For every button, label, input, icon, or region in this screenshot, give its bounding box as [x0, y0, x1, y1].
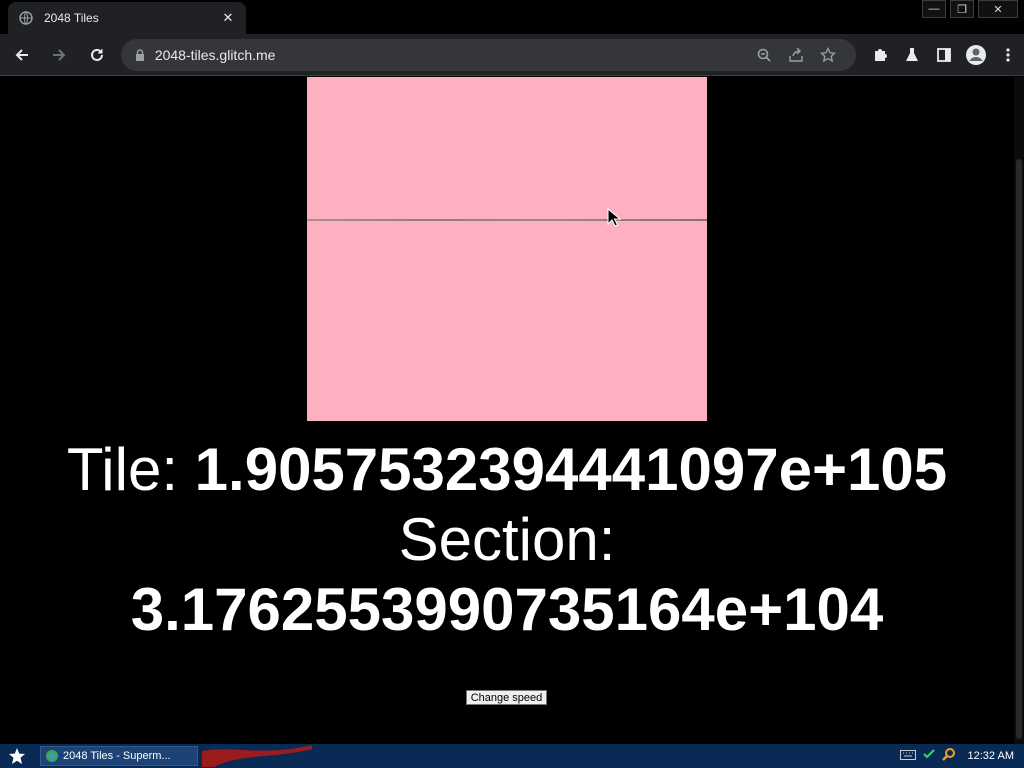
- bookmark-star-icon[interactable]: [812, 41, 844, 69]
- page-scrollbar[interactable]: [1014, 77, 1024, 744]
- share-icon[interactable]: [780, 41, 812, 69]
- extensions-puzzle-icon[interactable]: [864, 39, 896, 71]
- change-speed-button[interactable]: Change speed: [466, 690, 547, 705]
- minimize-icon[interactable]: —: [922, 0, 946, 18]
- tab-strip: 2048 Tiles ✕ — ❐ ✕: [0, 0, 1024, 34]
- mouse-cursor-icon: [607, 207, 622, 233]
- scrollbar-thumb[interactable]: [1016, 159, 1022, 739]
- profile-avatar-icon[interactable]: [960, 39, 992, 71]
- tile-line: Tile: 1.9057532394441097e+105: [0, 435, 1014, 505]
- clock[interactable]: 12:32 AM: [968, 750, 1014, 762]
- toolbar-actions: [864, 39, 1024, 71]
- back-arrow-icon[interactable]: [6, 39, 38, 71]
- keyboard-icon[interactable]: [899, 747, 916, 765]
- tab-close-icon[interactable]: ✕: [220, 10, 236, 26]
- url-text[interactable]: 2048-tiles.glitch.me: [155, 47, 748, 63]
- browser-toolbar: 2048-tiles.glitch.me: [0, 34, 1024, 76]
- restore-icon[interactable]: ❐: [950, 0, 974, 18]
- globe-icon: [18, 10, 34, 26]
- taskbar-browser-item[interactable]: 2048 Tiles - Superm...: [40, 746, 198, 766]
- side-panel-icon[interactable]: [928, 39, 960, 71]
- search-icon[interactable]: [941, 747, 956, 766]
- labs-flask-icon[interactable]: [896, 39, 928, 71]
- lock-icon[interactable]: [133, 48, 147, 62]
- window-controls: — ❐ ✕: [922, 0, 1018, 18]
- web-page: Tile: 1.9057532394441097e+105 Section: 3…: [0, 77, 1014, 744]
- address-bar[interactable]: 2048-tiles.glitch.me: [120, 38, 856, 71]
- menu-kebab-icon[interactable]: [992, 39, 1024, 71]
- section-label: Section:: [398, 506, 616, 573]
- network-check-icon[interactable]: [922, 747, 936, 766]
- taskbar: 2048 Tiles - Superm... 12:32 AM: [0, 744, 1024, 768]
- screen: 2048 Tiles ✕ — ❐ ✕ 2048-tiles.glitch.me: [0, 0, 1024, 768]
- tab-2048-tiles[interactable]: 2048 Tiles ✕: [8, 2, 246, 34]
- taskbar-item-label: 2048 Tiles - Superm...: [63, 750, 171, 762]
- forward-arrow-icon[interactable]: [44, 39, 76, 71]
- zoom-icon[interactable]: [748, 41, 780, 69]
- system-tray: 12:32 AM: [899, 744, 1024, 768]
- tile-value: 1.9057532394441097e+105: [194, 436, 948, 503]
- tab-title: 2048 Tiles: [44, 11, 99, 25]
- game-canvas[interactable]: [307, 77, 707, 421]
- close-window-icon[interactable]: ✕: [978, 0, 1018, 18]
- start-star-icon[interactable]: [0, 744, 34, 768]
- canvas-line: [307, 219, 707, 221]
- reload-icon[interactable]: [81, 39, 113, 71]
- decorative-flag-icon: [202, 745, 312, 767]
- section-value: 3.1762553990735164e+104: [130, 576, 884, 643]
- tile-label: Tile:: [66, 436, 195, 503]
- browser-globe-icon: [46, 750, 58, 762]
- tile-info: Tile: 1.9057532394441097e+105 Section: 3…: [0, 435, 1014, 645]
